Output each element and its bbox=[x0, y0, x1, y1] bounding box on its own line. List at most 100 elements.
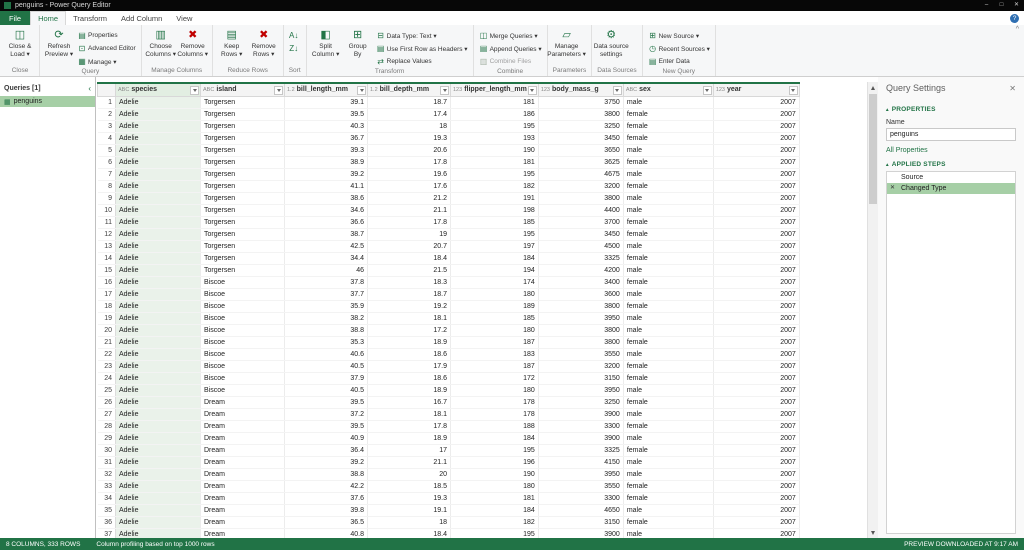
cell[interactable]: 3900 bbox=[538, 408, 623, 420]
cell[interactable]: 186 bbox=[451, 108, 539, 120]
row-number[interactable]: 25 bbox=[98, 384, 116, 396]
maximize-button[interactable]: □ bbox=[994, 0, 1009, 11]
cell[interactable]: 38.2 bbox=[285, 312, 368, 324]
cell[interactable]: 17.8 bbox=[368, 420, 451, 432]
cell[interactable]: 183 bbox=[451, 348, 539, 360]
cell[interactable]: 18.9 bbox=[368, 336, 451, 348]
cell[interactable]: 40.9 bbox=[285, 432, 368, 444]
cell[interactable]: 3950 bbox=[538, 384, 623, 396]
tab-add-column[interactable]: Add Column bbox=[114, 11, 169, 25]
cell[interactable]: 19.3 bbox=[368, 492, 451, 504]
cell[interactable]: 17.9 bbox=[368, 360, 451, 372]
remove-rows-button[interactable]: ✖RemoveRows ▾ bbox=[248, 27, 280, 59]
row-number[interactable]: 37 bbox=[98, 528, 116, 538]
cell[interactable]: 39.8 bbox=[285, 504, 368, 516]
cell[interactable]: Torgersen bbox=[201, 228, 285, 240]
keep-rows-button[interactable]: ▤KeepRows ▾ bbox=[216, 27, 248, 59]
cell[interactable]: Adelie bbox=[116, 228, 201, 240]
cell[interactable]: 3450 bbox=[538, 228, 623, 240]
applied-step[interactable]: Source bbox=[887, 172, 1015, 183]
cell[interactable]: male bbox=[623, 504, 713, 516]
cell[interactable]: 2007 bbox=[713, 180, 799, 192]
tab-view[interactable]: View bbox=[169, 11, 199, 25]
cell[interactable]: 185 bbox=[451, 312, 539, 324]
cell[interactable]: 3300 bbox=[538, 492, 623, 504]
cell[interactable]: 18.1 bbox=[368, 312, 451, 324]
cell[interactable]: 35.3 bbox=[285, 336, 368, 348]
cell[interactable]: Torgersen bbox=[201, 144, 285, 156]
cell[interactable]: Torgersen bbox=[201, 264, 285, 276]
cell[interactable]: Adelie bbox=[116, 144, 201, 156]
cell[interactable]: 182 bbox=[451, 516, 539, 528]
cell[interactable]: 3800 bbox=[538, 108, 623, 120]
cell[interactable]: female bbox=[623, 180, 713, 192]
row-number[interactable]: 10 bbox=[98, 204, 116, 216]
cell[interactable]: 198 bbox=[451, 204, 539, 216]
cell[interactable]: male bbox=[623, 324, 713, 336]
cell[interactable]: 2007 bbox=[713, 192, 799, 204]
cell[interactable]: male bbox=[623, 312, 713, 324]
cell[interactable]: Biscoe bbox=[201, 372, 285, 384]
cell[interactable]: female bbox=[623, 444, 713, 456]
cell[interactable]: male bbox=[623, 264, 713, 276]
cell[interactable]: 180 bbox=[451, 324, 539, 336]
cell[interactable]: male bbox=[623, 528, 713, 538]
filter-button[interactable] bbox=[789, 86, 798, 95]
cell[interactable]: Dream bbox=[201, 516, 285, 528]
cell[interactable]: Adelie bbox=[116, 252, 201, 264]
scroll-up-icon[interactable] bbox=[868, 82, 878, 93]
column-header-species[interactable]: ABCspecies bbox=[116, 83, 201, 96]
tab-file[interactable]: File bbox=[0, 11, 30, 25]
cell[interactable]: 19 bbox=[368, 228, 451, 240]
row-number[interactable]: 36 bbox=[98, 516, 116, 528]
cell[interactable]: 18 bbox=[368, 120, 451, 132]
cell[interactable]: Adelie bbox=[116, 300, 201, 312]
cell[interactable]: 2007 bbox=[713, 156, 799, 168]
cell[interactable]: 36.7 bbox=[285, 132, 368, 144]
row-number[interactable]: 2 bbox=[98, 108, 116, 120]
sort-descending-button[interactable]: Z↓ bbox=[287, 42, 302, 55]
row-number[interactable]: 26 bbox=[98, 396, 116, 408]
cell[interactable]: 16.7 bbox=[368, 396, 451, 408]
cell[interactable]: 21.1 bbox=[368, 456, 451, 468]
cell[interactable]: 2007 bbox=[713, 120, 799, 132]
cell[interactable]: Torgersen bbox=[201, 132, 285, 144]
cell[interactable]: Adelie bbox=[116, 456, 201, 468]
cell[interactable]: 4150 bbox=[538, 456, 623, 468]
cell[interactable]: 195 bbox=[451, 228, 539, 240]
filter-button[interactable] bbox=[274, 86, 283, 95]
cell[interactable]: 37.2 bbox=[285, 408, 368, 420]
cell[interactable]: female bbox=[623, 492, 713, 504]
cell[interactable]: Adelie bbox=[116, 396, 201, 408]
applied-steps-section-header[interactable]: ▴ APPLIED STEPS bbox=[886, 161, 1016, 168]
properties-button[interactable]: ▤Properties bbox=[75, 29, 138, 42]
row-number[interactable]: 15 bbox=[98, 264, 116, 276]
cell[interactable]: 39.5 bbox=[285, 108, 368, 120]
tab-transform[interactable]: Transform bbox=[66, 11, 114, 25]
row-number[interactable]: 9 bbox=[98, 192, 116, 204]
row-number[interactable]: 24 bbox=[98, 372, 116, 384]
cell[interactable]: 18.7 bbox=[368, 96, 451, 108]
cell[interactable]: Dream bbox=[201, 444, 285, 456]
collapse-pane-icon[interactable]: ‹ bbox=[88, 84, 91, 93]
cell[interactable]: 184 bbox=[451, 432, 539, 444]
cell[interactable]: 37.8 bbox=[285, 276, 368, 288]
cell[interactable]: 3950 bbox=[538, 312, 623, 324]
cell[interactable]: 2007 bbox=[713, 312, 799, 324]
filter-button[interactable] bbox=[703, 86, 712, 95]
row-number[interactable]: 28 bbox=[98, 420, 116, 432]
row-number[interactable]: 16 bbox=[98, 276, 116, 288]
cell[interactable]: 38.7 bbox=[285, 228, 368, 240]
cell[interactable]: Adelie bbox=[116, 216, 201, 228]
ribbon-collapse-icon[interactable]: ^ bbox=[1016, 26, 1019, 33]
column-header-flipper_length_mm[interactable]: 123flipper_length_mm bbox=[451, 83, 539, 96]
cell[interactable]: Biscoe bbox=[201, 312, 285, 324]
cell[interactable]: 2007 bbox=[713, 492, 799, 504]
cell[interactable]: female bbox=[623, 276, 713, 288]
cell[interactable]: 2007 bbox=[713, 300, 799, 312]
cell[interactable]: 18.6 bbox=[368, 348, 451, 360]
cell[interactable]: female bbox=[623, 336, 713, 348]
cell[interactable]: 190 bbox=[451, 144, 539, 156]
cell[interactable]: 39.2 bbox=[285, 168, 368, 180]
cell[interactable]: 3200 bbox=[538, 180, 623, 192]
